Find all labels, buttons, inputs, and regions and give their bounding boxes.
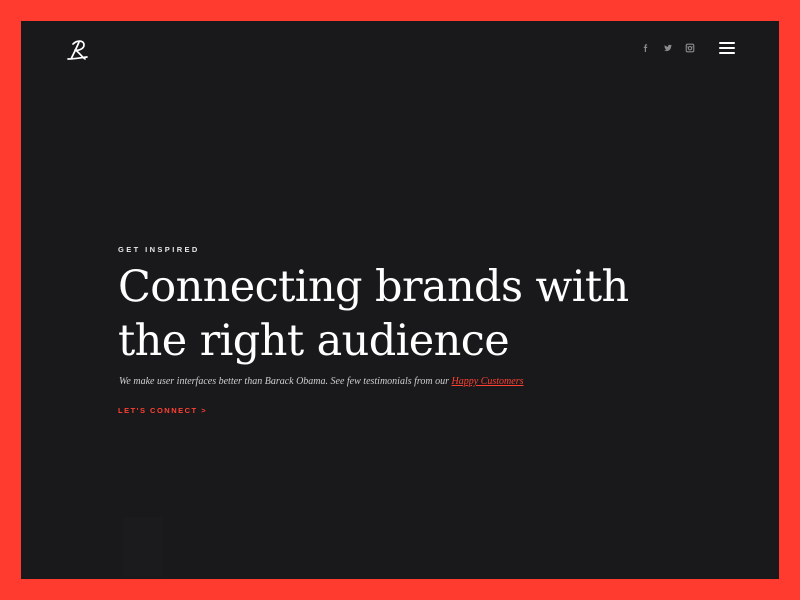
hamburger-menu-icon[interactable] <box>719 42 735 54</box>
lets-connect-link[interactable]: LET'S CONNECT > <box>118 406 207 415</box>
background-shape <box>123 517 163 577</box>
hero-subcopy: We make user interfaces better than Bara… <box>119 376 678 387</box>
facebook-icon[interactable] <box>641 43 651 53</box>
twitter-icon[interactable] <box>663 43 673 53</box>
menu-line <box>719 42 735 44</box>
happy-customers-link[interactable]: Happy Customers <box>452 376 524 387</box>
menu-line <box>719 52 735 54</box>
page-frame: GET INSPIRED Connecting brands with the … <box>21 21 779 579</box>
subcopy-text: We make user interfaces better than Bara… <box>119 376 452 387</box>
hero-headline: Connecting brands with the right audienc… <box>118 260 678 368</box>
header-actions <box>641 42 735 54</box>
headline-line-1: Connecting brands with <box>118 262 629 312</box>
signature-logo-icon[interactable] <box>65 37 91 63</box>
instagram-icon[interactable] <box>685 43 695 53</box>
hero-eyebrow: GET INSPIRED <box>118 245 200 254</box>
menu-line <box>719 47 735 49</box>
headline-line-2: the right audience <box>118 316 510 366</box>
hero-section: GET INSPIRED Connecting brands with the … <box>118 245 678 418</box>
